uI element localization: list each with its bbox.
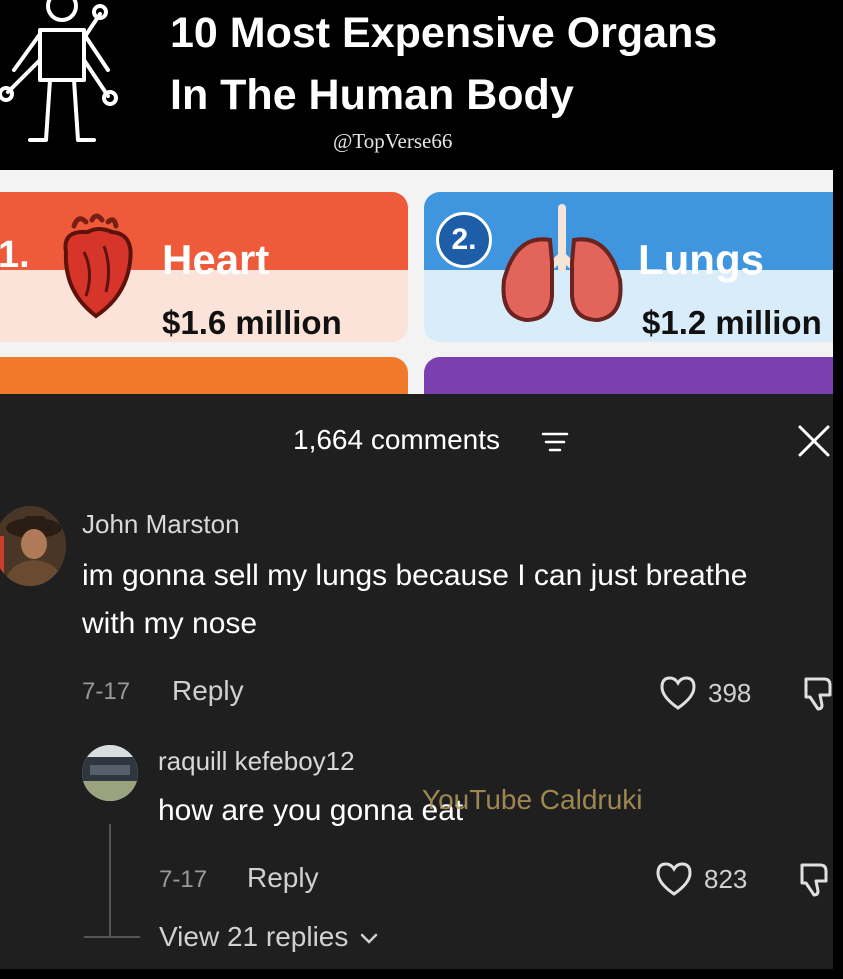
organ-card-lungs: 2. Lungs $1.2 million — [424, 192, 833, 342]
comment-username[interactable]: raquill kefeboy12 — [158, 746, 355, 777]
organ-price: $1.2 million — [642, 304, 822, 341]
organ-card-heart: 1. Heart $1.6 million — [0, 192, 408, 342]
watermark-text: YouTube Caldruki — [422, 784, 643, 815]
screen-edge-right — [833, 0, 843, 979]
screen-edge-bottom — [0, 969, 843, 979]
comment-text: im gonna sell my lungs because I can jus… — [82, 559, 748, 640]
video-header: 10 Most Expensive Organs In The Human Bo… — [0, 0, 843, 170]
reply-button[interactable]: Reply — [247, 862, 319, 894]
organ-card-3 — [0, 357, 408, 395]
reply-button[interactable]: Reply — [172, 675, 244, 707]
view-replies-button[interactable]: View 21 replies — [159, 921, 378, 953]
dislike-icon[interactable] — [800, 675, 836, 711]
comments-panel: 1,664 comments John Marston im gonna sel… — [0, 394, 833, 969]
comment-date: 7-17 — [82, 678, 131, 705]
view-replies-label: View 21 replies — [159, 921, 349, 952]
avatar[interactable] — [82, 745, 138, 801]
like-count: 823 — [704, 864, 748, 894]
creator-handle: @TopVerse66 — [333, 129, 453, 153]
like-heart-icon[interactable] — [658, 675, 698, 711]
comment-username[interactable]: John Marston — [82, 509, 240, 540]
sort-filter-icon[interactable] — [541, 431, 569, 453]
video-title-line2: In The Human Body — [170, 71, 574, 119]
rank-label: 1. — [0, 234, 30, 276]
heart-organ-icon — [63, 213, 133, 319]
like-heart-icon[interactable] — [654, 861, 694, 897]
rank-badge: 2. — [436, 212, 492, 268]
organ-name: Lungs — [638, 236, 764, 283]
view-replies-divider — [84, 936, 140, 938]
video-title-line1: 10 Most Expensive Organs — [170, 9, 718, 57]
organ-name: Heart — [162, 236, 270, 283]
avatar[interactable] — [0, 506, 66, 586]
close-icon[interactable] — [797, 424, 831, 458]
like-count: 398 — [708, 678, 752, 708]
comments-count: 1,664 comments — [293, 424, 500, 455]
organ-infographic: 1. Heart $1.6 million 2. Lungs $1.2 mill… — [0, 170, 833, 395]
chevron-down-icon — [360, 933, 378, 944]
organ-price: $1.6 million — [162, 304, 342, 341]
dislike-icon[interactable] — [796, 861, 832, 897]
organ-card-4 — [424, 357, 833, 395]
reply-thread-line — [109, 824, 111, 936]
lungs-icon — [501, 204, 623, 323]
comment-date: 7-17 — [159, 866, 208, 893]
human-body-icon — [0, 0, 118, 142]
